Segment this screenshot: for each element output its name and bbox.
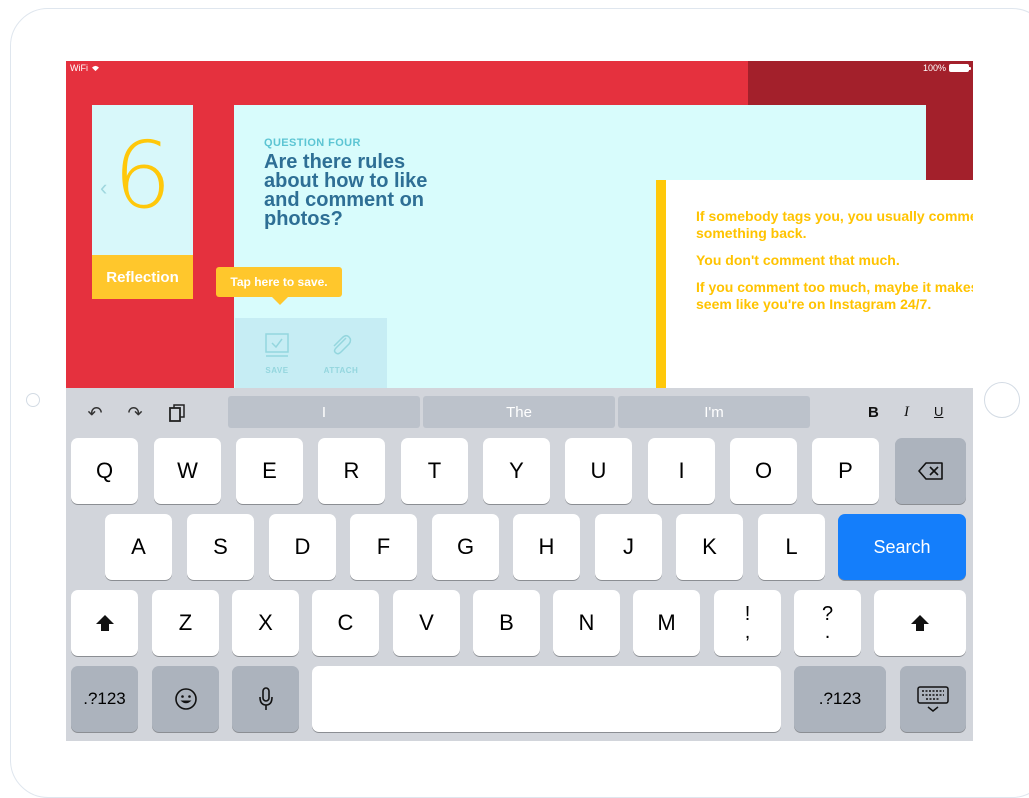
question-title: Are there rules about how to like and co… — [264, 151, 428, 230]
key-m[interactable]: M — [633, 590, 700, 656]
key-x[interactable]: X — [232, 590, 299, 656]
key-s[interactable]: S — [187, 514, 254, 580]
key-c[interactable]: C — [312, 590, 379, 656]
key-e[interactable]: E — [236, 438, 303, 504]
answer-line: You don't comment that much. — [696, 252, 900, 268]
key-h[interactable]: H — [513, 514, 580, 580]
key-t[interactable]: T — [401, 438, 468, 504]
key-q[interactable]: Q — [71, 438, 138, 504]
key-b[interactable]: B — [473, 590, 540, 656]
screen: WiFi 100% ‹ 6 Reflection QUESTION FOUR A… — [66, 61, 973, 741]
save-icon — [265, 333, 289, 357]
wifi-icon — [92, 65, 99, 71]
search-key[interactable]: Search — [838, 514, 966, 580]
key-p[interactable]: P — [812, 438, 879, 504]
save-label: SAVE — [265, 366, 289, 375]
key-i[interactable]: I — [648, 438, 715, 504]
shift-left-key[interactable] — [71, 590, 138, 656]
dictation-key[interactable] — [232, 666, 299, 732]
key-exclaim-comma[interactable]: !, — [714, 590, 781, 656]
key-bottom-char: , — [744, 621, 751, 643]
key-question-period[interactable]: ?. — [794, 590, 861, 656]
reflection-number: 6 — [113, 122, 172, 229]
shift-icon — [95, 615, 114, 631]
network-label: WiFi — [70, 63, 88, 73]
bold-button[interactable]: B — [868, 404, 879, 421]
underline-button[interactable]: U — [934, 404, 943, 419]
numbers-left-key[interactable]: .?123 — [71, 666, 138, 732]
shift-icon — [911, 615, 929, 631]
emoji-key[interactable] — [152, 666, 219, 732]
backspace-icon — [917, 462, 943, 480]
key-n[interactable]: N — [553, 590, 620, 656]
keyboard-dismiss-icon — [917, 686, 949, 712]
question-eyebrow: QUESTION FOUR — [264, 137, 361, 149]
battery-percent: 100% — [922, 63, 946, 73]
home-button[interactable] — [984, 382, 1020, 418]
reflection-card: ‹ 6 Reflection — [92, 105, 193, 299]
action-bar: SAVE ATTACH — [235, 318, 387, 398]
reflection-label[interactable]: Reflection — [92, 255, 193, 299]
undo-icon[interactable]: ↶ — [84, 402, 106, 424]
key-y[interactable]: Y — [483, 438, 550, 504]
key-z[interactable]: Z — [152, 590, 219, 656]
key-g[interactable]: G — [432, 514, 499, 580]
answer-line: If somebody tags you, you usually commen… — [696, 208, 973, 241]
redo-icon[interactable]: ↷ — [124, 402, 146, 424]
paperclip-icon — [333, 334, 352, 355]
key-f[interactable]: F — [350, 514, 417, 580]
suggestion-3[interactable]: I'm — [618, 396, 810, 428]
key-k[interactable]: K — [676, 514, 743, 580]
backspace-key[interactable] — [895, 438, 966, 504]
keyboard-toolbar: ↶ ↷ I The I'm B I U — [66, 388, 973, 436]
key-l[interactable]: L — [758, 514, 825, 580]
dismiss-keyboard-key[interactable] — [900, 666, 966, 732]
suggestion-2[interactable]: The — [423, 396, 615, 428]
key-u[interactable]: U — [565, 438, 632, 504]
key-a[interactable]: A — [105, 514, 172, 580]
key-w[interactable]: W — [154, 438, 221, 504]
space-bar[interactable] — [312, 666, 781, 732]
key-bottom-char: . — [824, 621, 831, 643]
key-r[interactable]: R — [318, 438, 385, 504]
key-v[interactable]: V — [393, 590, 460, 656]
attach-label: ATTACH — [323, 366, 359, 375]
key-j[interactable]: J — [595, 514, 662, 580]
italic-button[interactable]: I — [904, 404, 909, 421]
key-o[interactable]: O — [730, 438, 797, 504]
status-bar: WiFi 100% — [66, 61, 973, 75]
answer-line: If you comment too much, maybe it make s … — [696, 279, 973, 312]
suggestion-1[interactable]: I — [228, 396, 420, 428]
save-tooltip: Tap here to save. — [216, 267, 342, 305]
keyboard: ↶ ↷ I The I'm B I U Q W E R T Y U I O P … — [66, 388, 973, 741]
paste-icon[interactable] — [166, 402, 188, 424]
key-d[interactable]: D — [269, 514, 336, 580]
microphone-icon — [258, 687, 273, 710]
camera-dot — [26, 393, 40, 407]
battery-icon — [949, 64, 971, 72]
attach-button[interactable]: ATTACH — [311, 330, 371, 375]
save-button[interactable]: SAVE — [247, 330, 307, 375]
shift-right-key[interactable] — [874, 590, 966, 656]
emoji-icon — [174, 688, 197, 710]
numbers-right-key[interactable]: .?123 — [794, 666, 886, 732]
